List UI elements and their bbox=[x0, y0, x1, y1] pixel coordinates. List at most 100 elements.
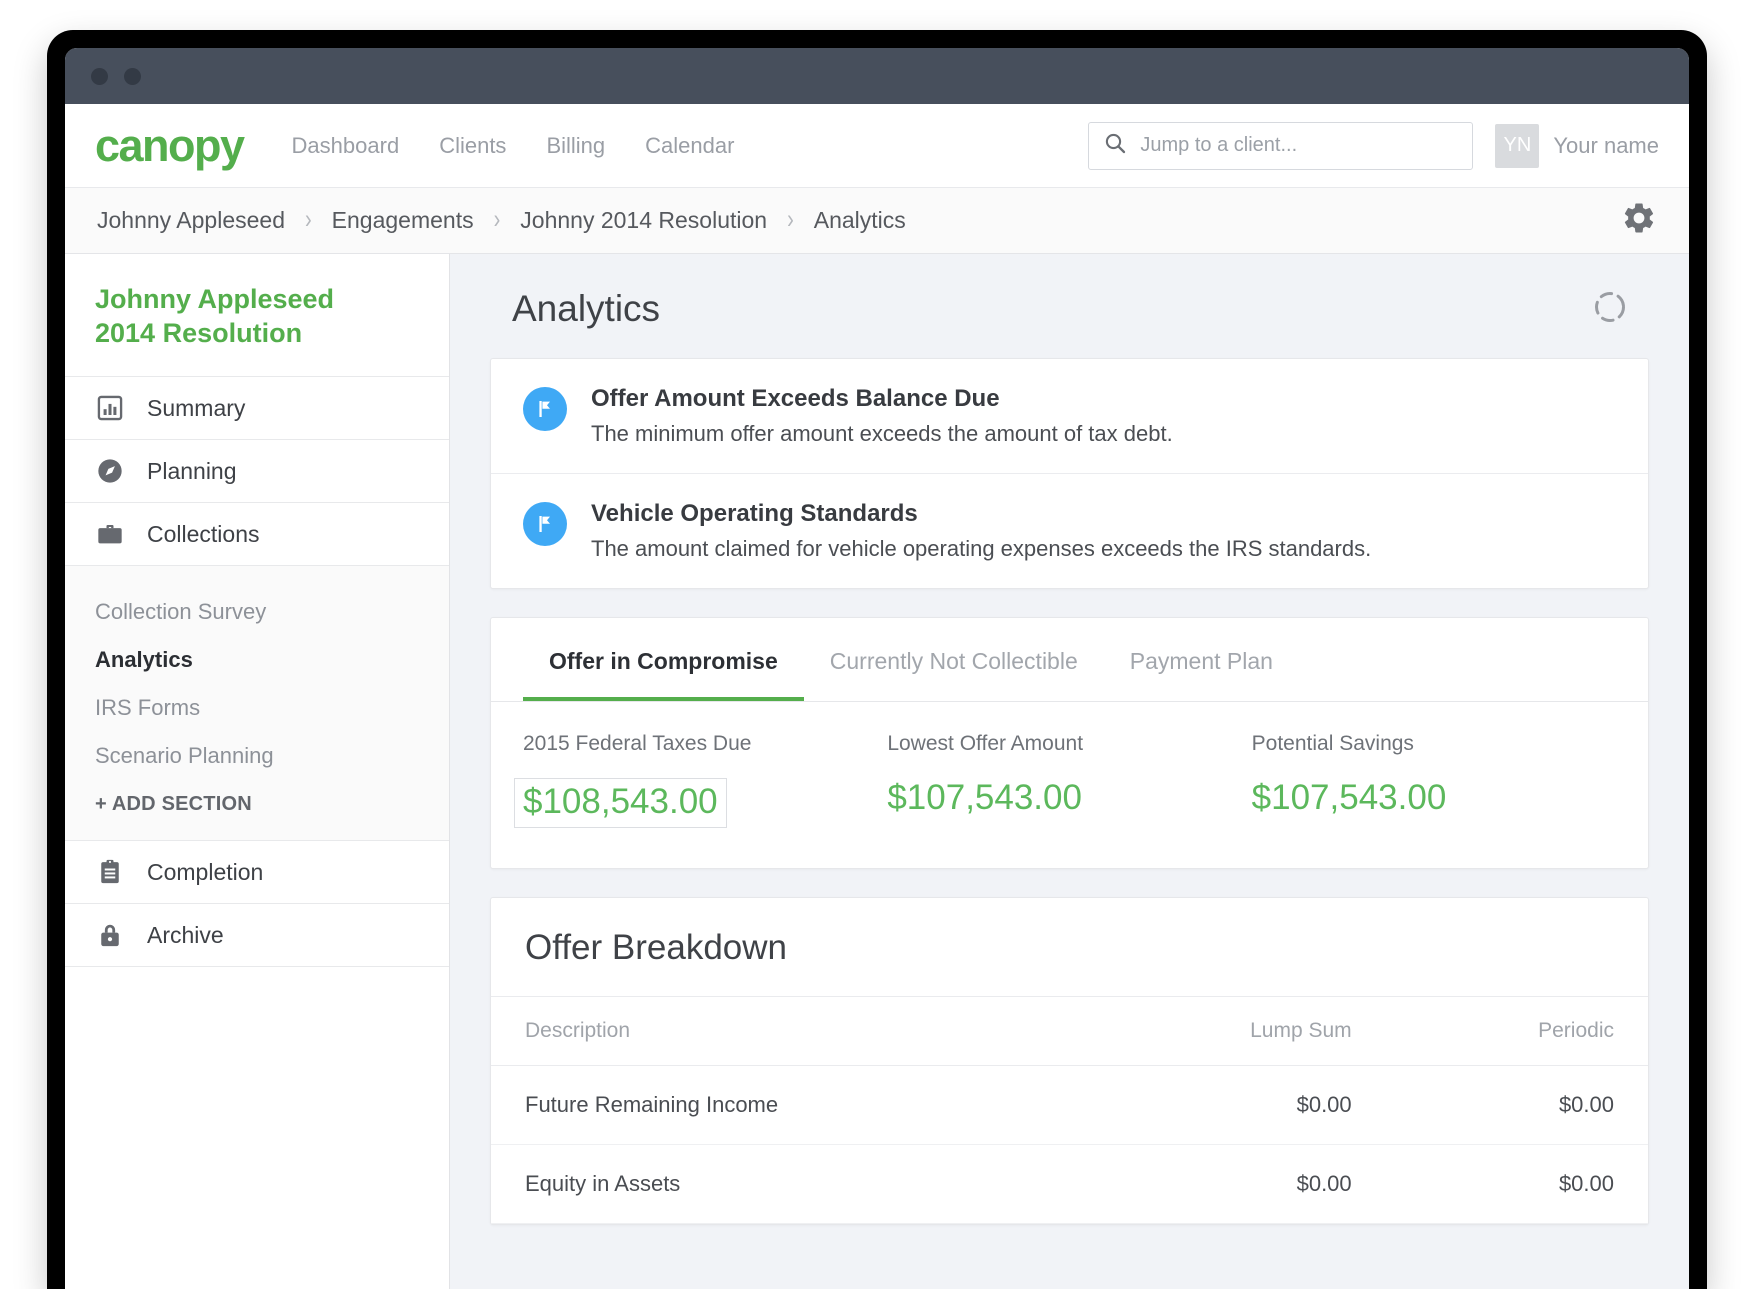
cell-description: Future Remaining Income bbox=[491, 1066, 1077, 1145]
page-root: canopy Dashboard Clients Billing Calenda… bbox=[0, 0, 1753, 1289]
alert-description: The amount claimed for vehicle operating… bbox=[591, 536, 1371, 562]
alert-description: The minimum offer amount exceeds the amo… bbox=[591, 421, 1173, 447]
nav-link-dashboard[interactable]: Dashboard bbox=[292, 133, 400, 159]
gear-icon bbox=[1621, 200, 1657, 241]
sidebar-item-completion[interactable]: Completion bbox=[65, 841, 449, 904]
sidebar-item-label: Collections bbox=[147, 521, 260, 548]
avatar: YN bbox=[1495, 124, 1539, 168]
bar-chart-icon bbox=[95, 394, 125, 422]
user-menu[interactable]: YN Your name bbox=[1495, 124, 1659, 168]
alert-title: Offer Amount Exceeds Balance Due bbox=[591, 385, 1173, 413]
settings-button[interactable] bbox=[1621, 200, 1657, 241]
content-area: Johnny Appleseed 2014 Resolution bbox=[65, 254, 1689, 1289]
sidebar-subnav: Collection Survey Analytics IRS Forms Sc… bbox=[65, 566, 449, 841]
client-search-box[interactable] bbox=[1088, 122, 1473, 170]
sidebar-subitem-analytics[interactable]: Analytics bbox=[65, 636, 449, 684]
sidebar-subitem-collection-survey[interactable]: Collection Survey bbox=[65, 588, 449, 636]
metrics-row: 2015 Federal Taxes Due $108,543.00 Lowes… bbox=[491, 702, 1648, 868]
alerts-card: Offer Amount Exceeds Balance Due The min… bbox=[490, 358, 1649, 589]
sidebar-item-archive[interactable]: Archive bbox=[65, 904, 449, 967]
cell-lump-sum: $0.00 bbox=[1077, 1145, 1386, 1224]
add-section-button[interactable]: + ADD SECTION bbox=[65, 780, 449, 820]
sidebar-item-planning[interactable]: Planning bbox=[65, 440, 449, 503]
engagement-title-line-1: Johnny Appleseed bbox=[95, 282, 419, 316]
breadcrumb-item-client[interactable]: Johnny Appleseed bbox=[97, 207, 285, 234]
offer-breakdown-card: Offer Breakdown Description Lump Sum Per… bbox=[490, 897, 1649, 1225]
breadcrumb-bar: Johnny Appleseed › Engagements › Johnny … bbox=[65, 188, 1689, 254]
cell-periodic: $0.00 bbox=[1386, 1066, 1648, 1145]
metric-value: $107,543.00 bbox=[1252, 778, 1447, 818]
column-header-lump-sum: Lump Sum bbox=[1077, 997, 1386, 1066]
tab-offer-in-compromise[interactable]: Offer in Compromise bbox=[523, 618, 804, 701]
table-row[interactable]: Future Remaining Income $0.00 $0.00 bbox=[491, 1066, 1648, 1145]
window-dot-1[interactable] bbox=[91, 68, 108, 85]
engagement-title-line-2: 2014 Resolution bbox=[95, 316, 419, 350]
flag-icon bbox=[523, 387, 567, 431]
cell-lump-sum: $0.00 bbox=[1077, 1066, 1386, 1145]
resolution-tabs: Offer in Compromise Currently Not Collec… bbox=[491, 618, 1648, 702]
sidebar-item-label: Summary bbox=[147, 395, 245, 422]
search-input[interactable] bbox=[1140, 134, 1458, 157]
sidebar: Johnny Appleseed 2014 Resolution bbox=[65, 254, 450, 1289]
flag-icon bbox=[523, 502, 567, 546]
tab-payment-plan[interactable]: Payment Plan bbox=[1104, 618, 1299, 701]
compass-icon bbox=[95, 457, 125, 485]
breadcrumb-item-analytics[interactable]: Analytics bbox=[814, 207, 906, 234]
sidebar-subitem-irs-forms[interactable]: IRS Forms bbox=[65, 684, 449, 732]
chevron-right-icon: › bbox=[787, 205, 794, 236]
main-panel: Analytics bbox=[450, 254, 1689, 1289]
sidebar-subitem-scenario-planning[interactable]: Scenario Planning bbox=[65, 732, 449, 780]
main-header: Analytics bbox=[490, 288, 1649, 330]
user-name-label: Your name bbox=[1553, 133, 1659, 159]
cell-periodic: $0.00 bbox=[1386, 1145, 1648, 1224]
sidebar-item-collections[interactable]: Collections bbox=[65, 503, 449, 566]
metric-lowest-offer-amount: Lowest Offer Amount $107,543.00 bbox=[887, 732, 1251, 828]
chevron-right-icon: › bbox=[305, 205, 312, 236]
metric-potential-savings: Potential Savings $107,543.00 bbox=[1252, 732, 1616, 828]
top-navigation-bar: canopy Dashboard Clients Billing Calenda… bbox=[65, 104, 1689, 188]
lock-icon bbox=[95, 921, 125, 949]
offer-breakdown-table: Description Lump Sum Periodic Future Rem… bbox=[491, 997, 1648, 1224]
search-icon bbox=[1103, 131, 1127, 160]
breadcrumb-item-resolution[interactable]: Johnny 2014 Resolution bbox=[520, 207, 767, 234]
offer-breakdown-title: Offer Breakdown bbox=[491, 898, 1648, 997]
sidebar-item-label: Planning bbox=[147, 458, 237, 485]
alert-item[interactable]: Offer Amount Exceeds Balance Due The min… bbox=[491, 359, 1648, 473]
metric-value[interactable]: $108,543.00 bbox=[514, 778, 727, 828]
nav-link-billing[interactable]: Billing bbox=[546, 133, 605, 159]
metric-label: Potential Savings bbox=[1252, 732, 1616, 756]
tab-currently-not-collectible[interactable]: Currently Not Collectible bbox=[804, 618, 1104, 701]
metric-label: 2015 Federal Taxes Due bbox=[523, 732, 887, 756]
briefcase-icon bbox=[95, 520, 125, 548]
dashed-circle-spinner-icon bbox=[1593, 311, 1627, 328]
column-header-periodic: Periodic bbox=[1386, 997, 1648, 1066]
sidebar-item-label: Archive bbox=[147, 922, 224, 949]
sidebar-item-summary[interactable]: Summary bbox=[65, 377, 449, 440]
canopy-logo[interactable]: canopy bbox=[95, 123, 244, 168]
metric-label: Lowest Offer Amount bbox=[887, 732, 1251, 756]
table-row[interactable]: Equity in Assets $0.00 $0.00 bbox=[491, 1145, 1648, 1224]
alert-title: Vehicle Operating Standards bbox=[591, 500, 1371, 528]
cell-description: Equity in Assets bbox=[491, 1145, 1077, 1224]
nav-link-clients[interactable]: Clients bbox=[439, 133, 506, 159]
alert-item[interactable]: Vehicle Operating Standards The amount c… bbox=[491, 473, 1648, 588]
table-body: Future Remaining Income $0.00 $0.00 Equi… bbox=[491, 1066, 1648, 1224]
metric-federal-taxes-due: 2015 Federal Taxes Due $108,543.00 bbox=[523, 732, 887, 828]
engagement-title: Johnny Appleseed 2014 Resolution bbox=[65, 254, 449, 377]
breadcrumb: Johnny Appleseed › Engagements › Johnny … bbox=[97, 207, 906, 234]
alert-text-group: Offer Amount Exceeds Balance Due The min… bbox=[591, 385, 1173, 447]
nav-link-calendar[interactable]: Calendar bbox=[645, 133, 734, 159]
metric-value: $107,543.00 bbox=[887, 778, 1082, 818]
window-titlebar bbox=[65, 48, 1689, 104]
browser-window: canopy Dashboard Clients Billing Calenda… bbox=[65, 48, 1689, 1289]
top-nav-right-group: YN Your name bbox=[1088, 122, 1659, 170]
window-dot-2[interactable] bbox=[124, 68, 141, 85]
sidebar-item-label: Completion bbox=[147, 859, 263, 886]
resolution-options-card: Offer in Compromise Currently Not Collec… bbox=[490, 617, 1649, 869]
loading-spinner bbox=[1593, 290, 1627, 329]
alert-text-group: Vehicle Operating Standards The amount c… bbox=[591, 500, 1371, 562]
breadcrumb-item-engagements[interactable]: Engagements bbox=[332, 207, 474, 234]
column-header-description: Description bbox=[491, 997, 1077, 1066]
page-title: Analytics bbox=[512, 288, 660, 330]
table-header-row: Description Lump Sum Periodic bbox=[491, 997, 1648, 1066]
